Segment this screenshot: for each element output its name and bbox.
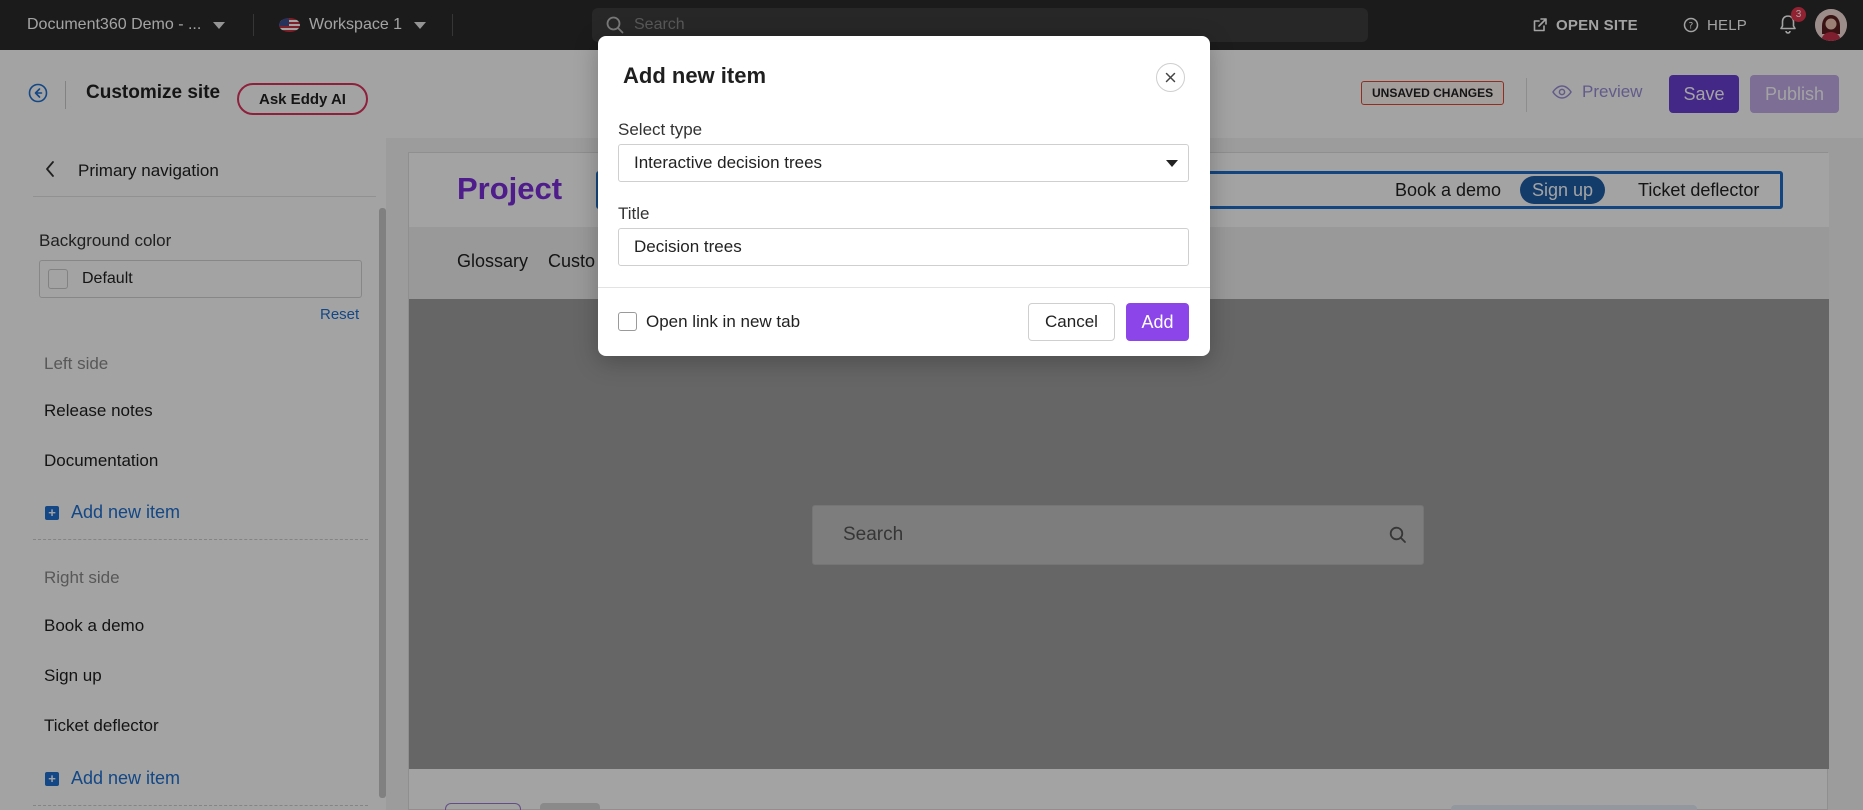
select-type-dropdown[interactable]: Interactive decision trees bbox=[618, 144, 1189, 182]
select-type-label: Select type bbox=[618, 120, 703, 139]
add-new-item-dialog: Add new item Select type Interactive dec… bbox=[598, 36, 1210, 356]
add-button[interactable]: Add bbox=[1126, 303, 1189, 341]
divider bbox=[598, 287, 1210, 288]
open-new-tab-label[interactable]: Open link in new tab bbox=[646, 312, 800, 332]
title-label: Title bbox=[618, 204, 650, 223]
close-button[interactable] bbox=[1156, 63, 1185, 92]
open-new-tab-checkbox[interactable] bbox=[618, 312, 637, 331]
cancel-button[interactable]: Cancel bbox=[1028, 303, 1115, 341]
close-icon bbox=[1165, 72, 1176, 83]
select-type-value: Interactive decision trees bbox=[634, 153, 823, 172]
dialog-title: Add new item bbox=[623, 63, 767, 88]
title-input[interactable] bbox=[618, 228, 1189, 266]
caret-down-icon bbox=[1166, 160, 1178, 167]
